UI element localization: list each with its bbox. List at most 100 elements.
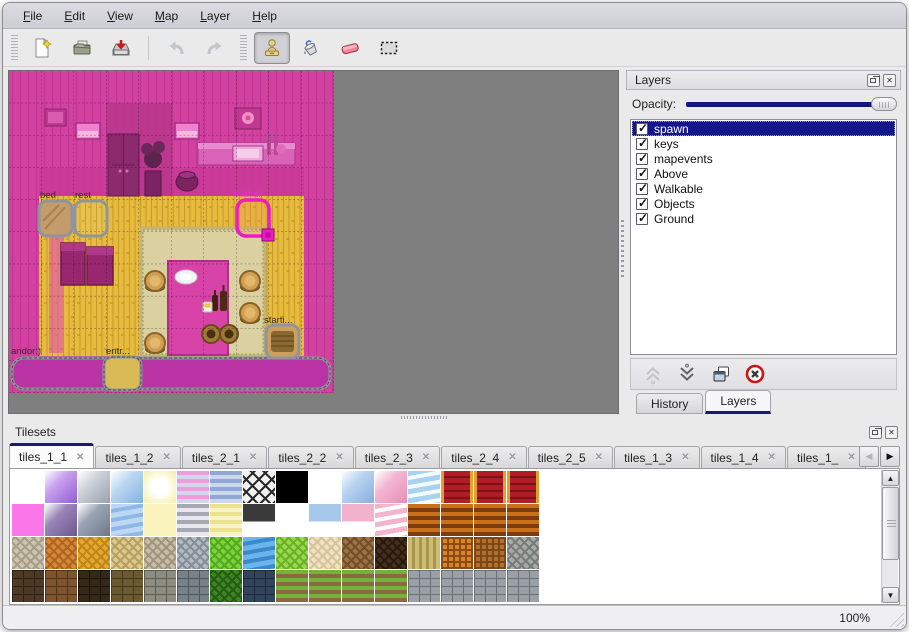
- tile[interactable]: [210, 537, 242, 569]
- tile[interactable]: [342, 471, 374, 503]
- tile[interactable]: [177, 570, 209, 602]
- tile[interactable]: [243, 471, 275, 503]
- tab-close-icon[interactable]: ✕: [768, 452, 776, 463]
- tile[interactable]: [12, 537, 44, 569]
- tile[interactable]: [441, 471, 473, 503]
- tile[interactable]: [12, 504, 44, 536]
- tile[interactable]: [111, 570, 143, 602]
- dock-float-button[interactable]: [867, 74, 880, 87]
- tile[interactable]: [408, 537, 440, 569]
- menu-help[interactable]: Help: [242, 6, 287, 26]
- stamp-brush-button[interactable]: [254, 32, 290, 64]
- layer-row-walkable[interactable]: Walkable: [632, 181, 895, 196]
- dock-close-button[interactable]: ✕: [883, 74, 896, 87]
- layer-visible-checkbox[interactable]: [636, 138, 648, 150]
- map-view[interactable]: bed rest mikhail andor:) entr... starti.…: [8, 70, 619, 414]
- tileset-tab-tiles_1_1[interactable]: tiles_1_1✕: [9, 443, 94, 468]
- tile[interactable]: [276, 537, 308, 569]
- opacity-slider[interactable]: [684, 96, 897, 112]
- tile[interactable]: [474, 537, 506, 569]
- tile[interactable]: [309, 537, 341, 569]
- tile[interactable]: [144, 570, 176, 602]
- duplicate-layer-button[interactable]: [709, 362, 733, 386]
- tile[interactable]: [111, 537, 143, 569]
- map-object-mikhail-selected[interactable]: [237, 200, 274, 241]
- layer-visible-checkbox[interactable]: [636, 198, 648, 210]
- tile[interactable]: [309, 471, 341, 503]
- new-file-button[interactable]: [25, 32, 61, 64]
- layer-visible-checkbox[interactable]: [636, 168, 648, 180]
- tab-close-icon[interactable]: ✕: [249, 452, 257, 463]
- layer-visible-checkbox[interactable]: [636, 183, 648, 195]
- tab-close-icon[interactable]: ✕: [847, 452, 855, 463]
- tilesets-float-button[interactable]: [869, 426, 882, 439]
- tile[interactable]: [441, 504, 473, 536]
- tileset-tab-tiles_1_3[interactable]: tiles_1_3✕: [614, 446, 699, 468]
- tileset-splitter[interactable]: [3, 414, 906, 421]
- map-object-entr[interactable]: [104, 357, 141, 390]
- menu-edit[interactable]: Edit: [54, 6, 95, 26]
- scroll-tabs-right-button[interactable]: ▶: [880, 446, 900, 467]
- tileset-tab-tiles_1_2[interactable]: tiles_1_2✕: [95, 446, 180, 468]
- eraser-button[interactable]: [332, 32, 368, 64]
- tile[interactable]: [144, 471, 176, 503]
- tile[interactable]: [474, 471, 506, 503]
- layer-row-keys[interactable]: keys: [632, 136, 895, 151]
- tile[interactable]: [375, 471, 407, 503]
- tab-close-icon[interactable]: ✕: [681, 452, 689, 463]
- tile[interactable]: [375, 537, 407, 569]
- tile[interactable]: [375, 504, 407, 536]
- tile[interactable]: [441, 570, 473, 602]
- dock-splitter[interactable]: [619, 70, 626, 414]
- tileset-scrollbar[interactable]: ▲ ▼: [881, 470, 898, 603]
- scrollbar-thumb[interactable]: [882, 487, 899, 560]
- tile[interactable]: [45, 471, 77, 503]
- scroll-up-button[interactable]: ▲: [882, 470, 899, 486]
- tile[interactable]: [45, 537, 77, 569]
- tab-close-icon[interactable]: ✕: [422, 452, 430, 463]
- lower-layer-button[interactable]: [675, 362, 699, 386]
- tileset-tab-tiles_1_[interactable]: tiles_1_✕: [787, 446, 866, 468]
- map-object-starti[interactable]: [266, 325, 299, 358]
- tile[interactable]: [144, 504, 176, 536]
- tile[interactable]: [210, 471, 242, 503]
- tile[interactable]: [276, 570, 308, 602]
- tile[interactable]: [243, 570, 275, 602]
- tile[interactable]: [243, 504, 275, 536]
- tileset-tab-tiles_2_2[interactable]: tiles_2_2✕: [268, 446, 353, 468]
- tile[interactable]: [45, 504, 77, 536]
- tile[interactable]: [177, 537, 209, 569]
- tile[interactable]: [12, 471, 44, 503]
- tile[interactable]: [276, 471, 308, 503]
- tileset-view[interactable]: ▲ ▼: [9, 468, 900, 605]
- tile[interactable]: [78, 570, 110, 602]
- tile[interactable]: [111, 471, 143, 503]
- tile[interactable]: [78, 504, 110, 536]
- tile[interactable]: [408, 570, 440, 602]
- tab-close-icon[interactable]: ✕: [162, 452, 170, 463]
- tile[interactable]: [408, 471, 440, 503]
- tile[interactable]: [507, 504, 539, 536]
- tile[interactable]: [276, 504, 308, 536]
- map-object-bottom[interactable]: [12, 358, 330, 389]
- redo-button[interactable]: [197, 32, 233, 64]
- tileset-tab-tiles_2_5[interactable]: tiles_2_5✕: [528, 446, 613, 468]
- raise-layer-button[interactable]: [641, 362, 665, 386]
- toolbar-drag-handle[interactable]: [11, 35, 18, 61]
- map-object-bed[interactable]: [39, 201, 72, 236]
- tile[interactable]: [12, 570, 44, 602]
- tile[interactable]: [474, 570, 506, 602]
- menu-view[interactable]: View: [97, 6, 143, 26]
- menu-file[interactable]: File: [13, 6, 52, 26]
- tile[interactable]: [342, 504, 374, 536]
- layer-visible-checkbox[interactable]: [636, 213, 648, 225]
- scroll-tabs-left-button[interactable]: ◀: [859, 446, 879, 467]
- layer-row-mapevents[interactable]: mapevents: [632, 151, 895, 166]
- tilesets-close-button[interactable]: ✕: [885, 426, 898, 439]
- open-file-button[interactable]: [64, 32, 100, 64]
- delete-layer-button[interactable]: [743, 362, 767, 386]
- save-file-button[interactable]: [103, 32, 139, 64]
- menu-layer[interactable]: Layer: [190, 6, 240, 26]
- tab-close-icon[interactable]: ✕: [335, 452, 343, 463]
- tile[interactable]: [441, 537, 473, 569]
